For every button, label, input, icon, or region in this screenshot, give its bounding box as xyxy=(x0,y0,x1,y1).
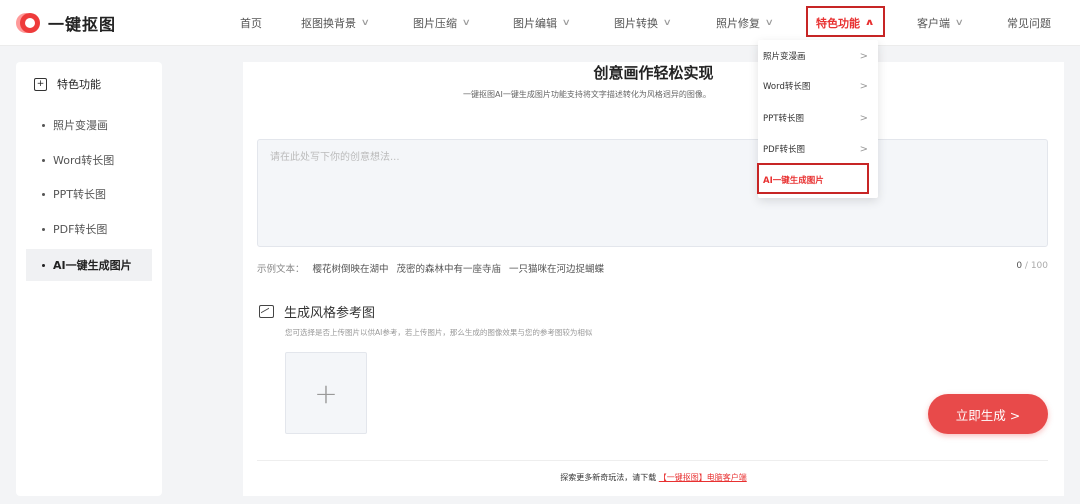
nav-item-compress[interactable]: 图片压缩 ∨ xyxy=(413,0,471,46)
menu-item-word-to-long-image[interactable]: Word转长图 > xyxy=(758,70,878,102)
nav-item-convert[interactable]: 图片转换 ∨ xyxy=(614,0,672,46)
annotation-highlight-box xyxy=(806,6,885,37)
chevron-right-icon: > xyxy=(859,112,868,124)
menu-item-label: PDF转长图 xyxy=(763,145,806,155)
menu-item-ppt-to-long-image[interactable]: PPT转长图 > xyxy=(758,102,878,134)
sidebar-item-label: 照片变漫画 xyxy=(53,119,108,132)
nav-item-home[interactable]: 首页 xyxy=(240,0,262,46)
menu-item-pdf-to-long-image[interactable]: PDF转长图 > xyxy=(758,133,878,165)
example-prompt[interactable]: 茂密的森林中有一座寺庙 xyxy=(397,261,502,275)
char-count-current: 0 xyxy=(1016,261,1023,271)
sidebar-header-label: 特色功能 xyxy=(57,78,101,91)
char-counter: 0 / 100 xyxy=(1016,261,1048,271)
sidebar-item-word-to-long-image[interactable]: Word转长图 xyxy=(26,144,152,176)
chevron-down-icon: ∨ xyxy=(360,18,370,28)
bullet-icon xyxy=(42,192,45,196)
page-title: 创意画作轻松实现 xyxy=(593,64,714,82)
sidebar-header: + 特色功能 xyxy=(34,76,101,92)
annotation-highlight-box xyxy=(757,163,869,194)
nav-label: 首页 xyxy=(240,17,262,30)
prompt-placeholder: 请在此处写下你的创意想法... xyxy=(270,152,400,163)
download-client-link[interactable]: 【一键抠图】电脑客户端 xyxy=(659,473,747,482)
nav-label: 图片压缩 xyxy=(413,17,457,30)
nav-item-client[interactable]: 客户端 ∨ xyxy=(917,0,964,46)
style-section-title: 生成风格参考图 xyxy=(284,306,376,321)
prompt-input[interactable]: 请在此处写下你的创意想法... xyxy=(257,139,1048,247)
top-header: 一键抠图 首页 抠图换背景 ∨ 图片压缩 ∨ 图片编辑 ∨ 图片转换 ∨ 照片修复 ∨ 特… xyxy=(0,0,1080,46)
chevron-down-icon: ∨ xyxy=(954,18,964,28)
sidebar-item-label: Word转长图 xyxy=(53,154,115,167)
nav-item-edit[interactable]: 图片编辑 ∨ xyxy=(513,0,571,46)
chevron-down-icon: ∨ xyxy=(764,18,774,28)
plus-icon: + xyxy=(314,376,338,410)
chevron-right-icon: > xyxy=(859,50,868,62)
bullet-icon xyxy=(42,158,45,162)
sidebar: + 特色功能 照片变漫画 Word转长图 PPT转长图 PDF转长图 AI一键生… xyxy=(16,62,162,496)
footer-note: 探索更多新奇玩法，请下载 【一键抠图】电脑客户端 xyxy=(243,472,1064,483)
nav-label: 客户端 xyxy=(917,17,950,30)
generate-button[interactable]: 立即生成 > xyxy=(928,394,1048,434)
chevron-down-icon: ∨ xyxy=(662,18,672,28)
bullet-icon xyxy=(42,263,45,267)
menu-item-label: 照片变漫画 xyxy=(763,52,806,62)
sidebar-item-pdf-to-long-image[interactable]: PDF转长图 xyxy=(26,213,152,245)
menu-item-photo-to-comic[interactable]: 照片变漫画 > xyxy=(758,40,878,72)
footer-text: 探索更多新奇玩法，请下载 xyxy=(560,473,657,482)
sidebar-item-label: PPT转长图 xyxy=(53,188,106,201)
chevron-down-icon: ∨ xyxy=(461,18,471,28)
char-count-max: / 100 xyxy=(1024,261,1048,271)
example-prompt[interactable]: 一只猫咪在河边捉蝴蝶 xyxy=(509,261,604,275)
sidebar-item-label: PDF转长图 xyxy=(53,223,108,236)
sidebar-item-label: AI一键生成图片 xyxy=(53,259,132,272)
chevron-right-icon: > xyxy=(859,143,868,155)
menu-item-label: PPT转长图 xyxy=(763,114,804,124)
logo-icon xyxy=(16,11,40,35)
style-section-header: 生成风格参考图 xyxy=(259,302,375,321)
bullet-icon xyxy=(42,123,45,127)
nav-label: 常见问题 xyxy=(1007,17,1051,30)
reference-image-upload[interactable]: + xyxy=(285,352,367,434)
nav-label: 抠图换背景 xyxy=(301,17,356,30)
example-prompts: 示例文本： 樱花树倒映在湖中 茂密的森林中有一座寺庙 一只猫咪在河边捉蝴蝶 xyxy=(257,261,604,275)
page-subtitle: 一键抠图AI一键生成图片功能支持将文字描述转化为风格迥异的图像。 xyxy=(463,90,711,99)
divider xyxy=(257,460,1048,461)
nav-label: 照片修复 xyxy=(716,17,760,30)
examples-label: 示例文本： xyxy=(257,264,305,275)
main-panel: 创意画作轻松实现 一键抠图AI一键生成图片功能支持将文字描述转化为风格迥异的图像… xyxy=(243,62,1064,496)
chevron-down-icon: ∨ xyxy=(561,18,571,28)
chevron-right-icon: > xyxy=(859,80,868,92)
brand-logo[interactable]: 一键抠图 xyxy=(16,11,116,35)
bullet-icon xyxy=(42,227,45,231)
sidebar-item-ai-generate[interactable]: AI一键生成图片 xyxy=(26,249,152,281)
example-prompt[interactable]: 樱花树倒映在湖中 xyxy=(313,261,389,275)
brand-name: 一键抠图 xyxy=(48,15,117,34)
sidebar-item-photo-to-comic[interactable]: 照片变漫画 xyxy=(26,109,152,141)
nav-item-faq[interactable]: 常见问题 xyxy=(1007,0,1051,46)
sidebar-item-ppt-to-long-image[interactable]: PPT转长图 xyxy=(26,178,152,210)
nav-item-cutout[interactable]: 抠图换背景 ∨ xyxy=(301,0,370,46)
nav-label: 图片转换 xyxy=(614,17,658,30)
style-section-description: 您可选择是否上传图片以供AI参考，若上传图片，那么生成的图像效果与您的参考图较为… xyxy=(285,328,593,337)
nav-label: 图片编辑 xyxy=(513,17,557,30)
image-icon xyxy=(259,305,274,318)
menu-item-label: Word转长图 xyxy=(763,82,811,92)
feature-icon: + xyxy=(34,77,47,91)
